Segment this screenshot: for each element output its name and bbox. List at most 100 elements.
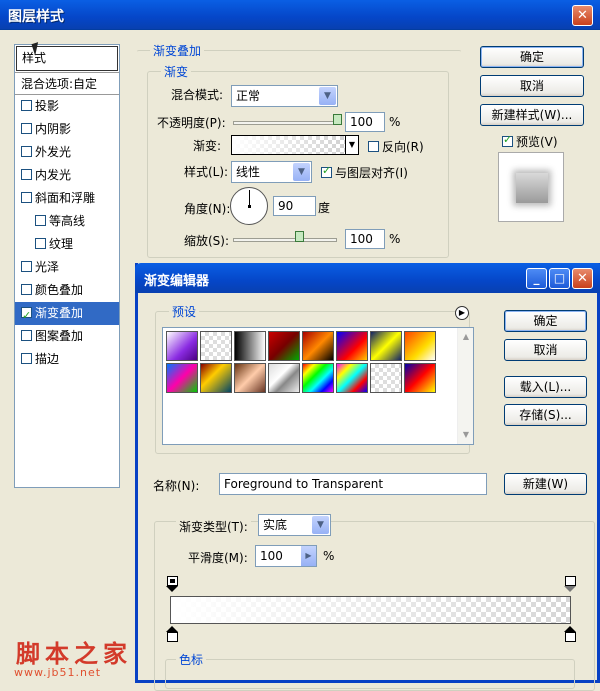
preset-swatch[interactable] bbox=[404, 363, 436, 393]
opacity-unit: % bbox=[389, 115, 401, 129]
layer-style-title: 图层样式 bbox=[8, 9, 64, 25]
gradient-label: 渐变: bbox=[193, 139, 222, 153]
gradient-preview-bar[interactable] bbox=[170, 596, 571, 624]
style-item[interactable]: 内发光 bbox=[15, 164, 119, 187]
color-stop-left[interactable] bbox=[166, 626, 178, 642]
scroll-down-icon[interactable]: ▼ bbox=[459, 428, 473, 442]
preset-swatch[interactable] bbox=[336, 363, 368, 393]
style-item[interactable]: 光泽 bbox=[15, 256, 119, 279]
style-label: 样式(L): bbox=[184, 165, 229, 179]
scale-slider[interactable] bbox=[233, 238, 337, 242]
preset-swatch[interactable] bbox=[302, 331, 334, 361]
smoothness-unit: % bbox=[323, 549, 335, 563]
angle-dial-center bbox=[248, 205, 251, 208]
style-select[interactable]: 线性 ▼ bbox=[231, 161, 312, 183]
style-item[interactable]: 斜面和浮雕 bbox=[15, 187, 119, 210]
style-item[interactable]: 渐变叠加 bbox=[15, 302, 119, 327]
gradient-editor-title: 渐变编辑器 bbox=[144, 274, 210, 289]
smoothness-arrow-icon[interactable]: ▶ bbox=[301, 546, 316, 566]
preset-swatch[interactable] bbox=[234, 363, 266, 393]
style-item[interactable]: 颜色叠加 bbox=[15, 279, 119, 302]
new-button[interactable]: 新建(W) bbox=[504, 473, 587, 495]
align-with-layer-checkbox[interactable]: 与图层对齐(I) bbox=[321, 164, 408, 181]
opacity-slider-thumb[interactable] bbox=[333, 114, 342, 125]
angle-input[interactable]: 90 bbox=[273, 196, 316, 216]
style-item[interactable]: 投影 bbox=[15, 95, 119, 118]
watermark-url: www.jb51.net bbox=[14, 666, 102, 679]
opacity-stop-left[interactable] bbox=[166, 576, 178, 592]
style-item[interactable]: 纹理 bbox=[15, 233, 119, 256]
scale-slider-thumb[interactable] bbox=[295, 231, 304, 242]
preset-swatch[interactable] bbox=[200, 331, 232, 361]
ok-button[interactable]: 确定 bbox=[480, 46, 584, 68]
style-item-checkbox[interactable] bbox=[21, 261, 32, 272]
editor-ok-button[interactable]: 确定 bbox=[504, 310, 587, 332]
gradient-type-select[interactable]: 实底 ▼ bbox=[258, 514, 331, 536]
angle-dial[interactable] bbox=[230, 187, 268, 225]
preset-swatch[interactable] bbox=[268, 331, 300, 361]
style-item-checkbox[interactable] bbox=[21, 353, 32, 364]
blend-options-item[interactable]: 混合选项:自定 bbox=[15, 72, 119, 95]
name-input[interactable]: Foreground to Transparent bbox=[219, 473, 487, 495]
reverse-checkbox[interactable]: 反向(R) bbox=[368, 138, 424, 155]
new-style-button[interactable]: 新建样式(W)... bbox=[480, 104, 584, 126]
cancel-button[interactable]: 取消 bbox=[480, 75, 584, 97]
preset-swatch[interactable] bbox=[166, 363, 198, 393]
opacity-stop-right[interactable] bbox=[564, 576, 576, 592]
opacity-input[interactable]: 100 bbox=[345, 112, 385, 132]
blend-mode-select[interactable]: 正常 ▼ bbox=[231, 85, 338, 107]
preview-checkbox-box[interactable] bbox=[502, 133, 513, 147]
preset-swatch[interactable] bbox=[370, 331, 402, 361]
align-label: 与图层对齐(I) bbox=[335, 166, 408, 180]
maximize-icon[interactable]: □ bbox=[549, 268, 570, 289]
style-item-checkbox[interactable] bbox=[35, 215, 46, 226]
style-item[interactable]: 内阴影 bbox=[15, 118, 119, 141]
style-item[interactable]: 描边 bbox=[15, 348, 119, 371]
layer-style-titlebar: 图层样式 ✕ bbox=[0, 0, 600, 30]
close-icon[interactable]: ✕ bbox=[572, 5, 593, 26]
presets-scrollbar[interactable]: ▲ ▼ bbox=[457, 328, 473, 444]
style-item-checkbox[interactable] bbox=[35, 238, 46, 249]
preset-swatch[interactable] bbox=[404, 331, 436, 361]
style-item-checkbox[interactable] bbox=[21, 192, 32, 203]
style-item[interactable]: 等高线 bbox=[15, 210, 119, 233]
gradient-type-value: 实底 bbox=[263, 518, 288, 532]
preview-checkbox[interactable]: 预览(V) bbox=[502, 133, 558, 150]
editor-cancel-button[interactable]: 取消 bbox=[504, 339, 587, 361]
preset-swatch[interactable] bbox=[336, 331, 368, 361]
style-item-checkbox[interactable] bbox=[21, 100, 32, 111]
reverse-checkbox-box[interactable] bbox=[368, 141, 379, 152]
styles-header[interactable]: 样式 bbox=[16, 46, 118, 71]
style-item-label: 颜色叠加 bbox=[35, 283, 84, 297]
style-item[interactable]: 外发光 bbox=[15, 141, 119, 164]
minimize-icon[interactable]: _ bbox=[526, 268, 547, 289]
style-item-checkbox[interactable] bbox=[21, 304, 32, 327]
align-checkbox-box[interactable] bbox=[321, 164, 332, 178]
style-item-label: 外发光 bbox=[35, 145, 72, 159]
close-icon[interactable]: ✕ bbox=[572, 268, 593, 289]
preset-swatch[interactable] bbox=[370, 363, 402, 393]
style-item-checkbox[interactable] bbox=[21, 123, 32, 134]
preset-swatch[interactable] bbox=[302, 363, 334, 393]
preset-swatch[interactable] bbox=[166, 331, 198, 361]
scroll-up-icon[interactable]: ▲ bbox=[459, 330, 473, 344]
style-item[interactable]: 图案叠加 bbox=[15, 325, 119, 348]
preset-swatch[interactable] bbox=[200, 363, 232, 393]
gradient-dropdown-arrow-icon[interactable]: ▼ bbox=[345, 136, 358, 154]
preset-swatch[interactable] bbox=[268, 363, 300, 393]
color-stop-right[interactable] bbox=[564, 626, 576, 642]
scale-unit: % bbox=[389, 232, 401, 246]
style-item-label: 等高线 bbox=[49, 214, 86, 228]
style-item-checkbox[interactable] bbox=[21, 284, 32, 295]
presets-menu-arrow-icon[interactable]: ▶ bbox=[455, 306, 469, 320]
scale-input[interactable]: 100 bbox=[345, 229, 385, 249]
load-button[interactable]: 载入(L)... bbox=[504, 376, 587, 398]
style-item-checkbox[interactable] bbox=[21, 330, 32, 341]
opacity-slider[interactable] bbox=[233, 121, 340, 125]
preview-swatch bbox=[516, 173, 548, 203]
gradient-picker[interactable]: ▼ bbox=[231, 135, 359, 155]
preset-swatch[interactable] bbox=[234, 331, 266, 361]
style-item-checkbox[interactable] bbox=[21, 146, 32, 157]
save-button[interactable]: 存储(S)... bbox=[504, 404, 587, 426]
style-item-checkbox[interactable] bbox=[21, 169, 32, 180]
